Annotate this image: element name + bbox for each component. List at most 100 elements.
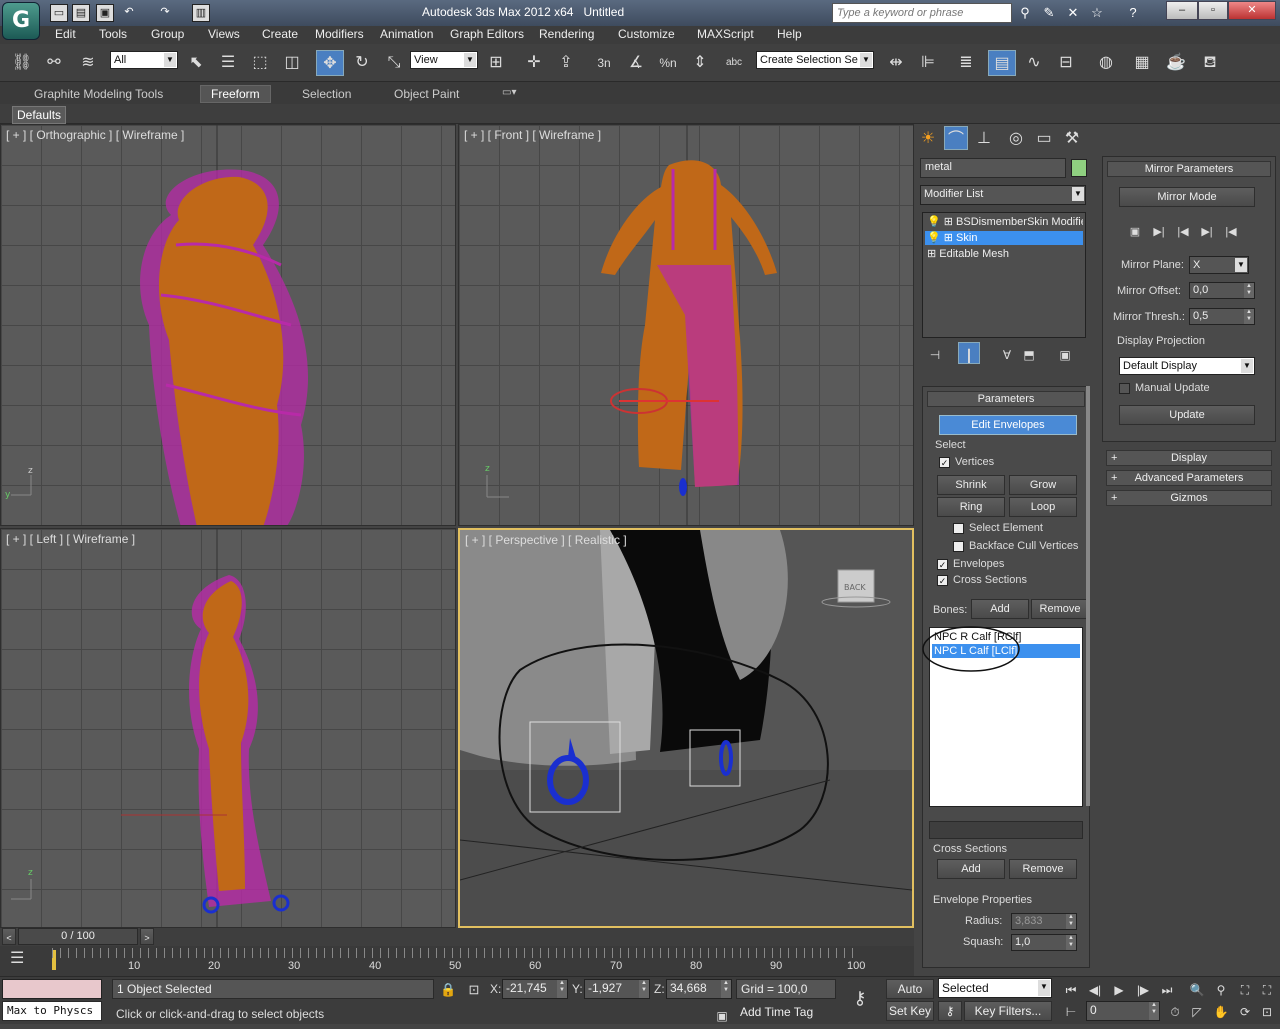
menu-tools[interactable]: Tools bbox=[99, 27, 127, 41]
project-folder-icon[interactable]: ▥ bbox=[192, 4, 210, 22]
configure-modifier-sets-icon[interactable]: ▣ bbox=[1054, 342, 1076, 364]
app-logo-icon[interactable]: G bbox=[2, 2, 40, 40]
modify-tab-icon[interactable]: ⌒ bbox=[944, 126, 968, 150]
mirror-thresh-spinner[interactable]: 0,5 ▲ ▼ bbox=[1189, 308, 1255, 325]
subscription-icon[interactable]: ✎ bbox=[1040, 4, 1058, 22]
selection-filter-dropdown[interactable]: All ▼ bbox=[110, 51, 178, 69]
stack-item-skin[interactable]: 💡 ⊞ Skin bbox=[925, 231, 1083, 245]
auto-key-button[interactable]: Auto Key bbox=[886, 979, 934, 1014]
current-frame-field[interactable]: 0 ▲ ▼ bbox=[1086, 1001, 1160, 1021]
maxscript-mini-listener[interactable]: Max to Physcs bbox=[2, 1001, 102, 1021]
tab-selection[interactable]: Selection bbox=[302, 87, 351, 101]
menu-modifiers[interactable]: Modifiers bbox=[315, 27, 364, 41]
set-key-button[interactable]: Set Key bbox=[886, 1001, 934, 1021]
menu-help[interactable]: Help bbox=[777, 27, 802, 41]
utilities-tab-icon[interactable]: ⚒ bbox=[1060, 126, 1084, 150]
render-setup-icon[interactable]: ▦ bbox=[1128, 50, 1156, 76]
light-bulb-icon[interactable]: 💡 bbox=[927, 216, 941, 228]
manual-update-checkbox[interactable] bbox=[1119, 383, 1130, 394]
communication-icon[interactable]: ✕ bbox=[1064, 4, 1082, 22]
select-object-icon[interactable]: ⬉ bbox=[182, 50, 210, 76]
stack-item-editable-mesh[interactable]: ⊞ Editable Mesh bbox=[925, 247, 1083, 261]
viewport-orthographic[interactable]: [ + ] [ Orthographic ] [ Wireframe ] z y bbox=[0, 124, 456, 526]
absolute-mode-icon[interactable]: ⊡ bbox=[466, 977, 482, 999]
move-icon[interactable]: ✥ bbox=[316, 50, 344, 76]
backface-cull-checkbox[interactable] bbox=[953, 541, 964, 552]
expand-icon[interactable]: ⊞ bbox=[927, 248, 936, 260]
grow-button[interactable]: Grow bbox=[1009, 475, 1077, 495]
bone-name-field[interactable] bbox=[929, 821, 1083, 839]
x-coordinate[interactable]: -21,745 ▲ ▼ bbox=[502, 979, 568, 999]
maximize-button[interactable]: ▫ bbox=[1198, 1, 1228, 20]
edit-envelopes-button[interactable]: Edit Envelopes bbox=[939, 415, 1077, 435]
menu-animation[interactable]: Animation bbox=[380, 27, 433, 41]
create-tab-icon[interactable]: ☀ bbox=[916, 126, 940, 150]
link-icon[interactable]: ⛓ bbox=[8, 50, 36, 76]
maximize-viewport-icon[interactable]: ⊡ bbox=[1256, 999, 1278, 1021]
favorites-icon[interactable]: ☆ bbox=[1088, 4, 1106, 22]
window-crossing-icon[interactable]: ◫ bbox=[278, 50, 306, 76]
help-icon[interactable]: ? bbox=[1124, 4, 1142, 22]
envelopes-checkbox[interactable]: ✓ bbox=[937, 559, 948, 570]
ribbon-options-icon[interactable]: ▭▾ bbox=[502, 87, 516, 98]
keyboard-shortcut-override-icon[interactable]: ⇪ bbox=[552, 50, 580, 76]
key-filter-selection-dropdown[interactable]: Selected ▼ bbox=[938, 978, 1052, 998]
object-color-swatch[interactable] bbox=[1071, 159, 1087, 177]
orbit-icon[interactable]: ⟳ bbox=[1234, 999, 1256, 1021]
radius-spinner[interactable]: 3,833 ▲ ▼ bbox=[1011, 913, 1077, 930]
panel-scrollbar[interactable] bbox=[1086, 386, 1090, 806]
scale-icon[interactable]: ⤡ bbox=[380, 50, 408, 76]
maxscript-listener-color[interactable] bbox=[2, 979, 102, 999]
viewport-label[interactable]: [ + ] [ Perspective ] [ Realistic ] bbox=[465, 533, 627, 547]
pin-stack-icon[interactable]: ⊣ bbox=[924, 342, 946, 364]
paste-blue-to-green-bones-icon[interactable]: |◀ bbox=[1173, 219, 1193, 238]
time-configuration-icon[interactable]: ⏱ bbox=[1164, 999, 1186, 1021]
menu-rendering[interactable]: Rendering bbox=[539, 27, 594, 41]
stack-item-bsdismemberskin[interactable]: 💡 ⊞ BSDismemberSkin Modifie bbox=[925, 215, 1083, 229]
new-icon[interactable]: ▭ bbox=[50, 4, 68, 22]
edit-named-selection-icon[interactable]: abc bbox=[720, 50, 748, 76]
set-keys-icon[interactable]: ⚷ bbox=[938, 1001, 962, 1021]
paste-green-to-blue-bones-icon[interactable]: ▶| bbox=[1149, 219, 1169, 238]
key-mode-toggle-icon[interactable]: ⊢ bbox=[1060, 999, 1082, 1021]
add-cross-section-button[interactable]: Add bbox=[937, 859, 1005, 879]
mirror-mode-button[interactable]: Mirror Mode bbox=[1119, 187, 1255, 207]
snaps-toggle-icon[interactable]: 3n bbox=[590, 50, 618, 76]
z-coordinate[interactable]: 34,668 ▲ ▼ bbox=[666, 979, 732, 999]
gizmos-rollout[interactable]: + Gizmos bbox=[1106, 490, 1272, 506]
redo-icon[interactable]: ↷ bbox=[156, 4, 174, 22]
y-coordinate[interactable]: -1,927 ▲ ▼ bbox=[584, 979, 650, 999]
time-prev-icon[interactable]: < bbox=[2, 928, 16, 945]
add-bone-button[interactable]: Add bbox=[971, 599, 1029, 619]
expand-icon[interactable]: ⊞ bbox=[944, 216, 953, 228]
align-icon[interactable]: ⊫ bbox=[914, 50, 942, 76]
advanced-parameters-rollout[interactable]: + Advanced Parameters bbox=[1106, 470, 1272, 486]
menu-create[interactable]: Create bbox=[262, 27, 298, 41]
mirror-icon[interactable]: ⇹ bbox=[882, 50, 910, 76]
modifier-list-dropdown[interactable]: Modifier List ▼ bbox=[920, 185, 1086, 205]
viewport-left[interactable]: [ + ] [ Left ] [ Wireframe ] z bbox=[0, 528, 456, 928]
shrink-button[interactable]: Shrink bbox=[937, 475, 1005, 495]
ring-button[interactable]: Ring bbox=[937, 497, 1005, 517]
zoom-extents-icon[interactable]: ⛶ bbox=[1234, 977, 1256, 999]
search-input[interactable]: Type a keyword or phrase bbox=[832, 3, 1012, 23]
spinner-snap-icon[interactable]: ⇕ bbox=[686, 50, 714, 76]
go-to-start-icon[interactable]: ⏮ bbox=[1060, 977, 1082, 999]
display-projection-dropdown[interactable]: Default Display ▼ bbox=[1119, 357, 1255, 375]
paste-blue-to-green-verts-icon[interactable]: |◀ bbox=[1221, 219, 1241, 238]
show-end-result-icon[interactable]: ┃ bbox=[958, 342, 980, 364]
remove-modifier-icon[interactable]: ⬒ bbox=[1018, 342, 1040, 364]
minimize-button[interactable]: – bbox=[1166, 1, 1198, 20]
select-manipulate-icon[interactable]: ✛ bbox=[520, 50, 548, 76]
mini-curve-editor-icon[interactable]: ☰ bbox=[10, 948, 34, 972]
track-bar[interactable]: ☰ 10 20 30 40 50 60 70 80 90 100 bbox=[0, 946, 914, 976]
tab-object-paint[interactable]: Object Paint bbox=[394, 87, 459, 101]
unlink-icon[interactable]: ⚯ bbox=[40, 50, 68, 76]
display-rollout[interactable]: + Display bbox=[1106, 450, 1272, 466]
time-tag-icon[interactable]: ▣ bbox=[712, 1003, 732, 1023]
save-icon[interactable]: ▣ bbox=[96, 4, 114, 22]
viewport-front[interactable]: [ + ] [ Front ] [ Wireframe ] z bbox=[458, 124, 914, 526]
remove-cross-section-button[interactable]: Remove bbox=[1009, 859, 1077, 879]
render-frame-icon[interactable]: ☕ bbox=[1162, 50, 1190, 76]
cross-sections-checkbox[interactable]: ✓ bbox=[937, 575, 948, 586]
